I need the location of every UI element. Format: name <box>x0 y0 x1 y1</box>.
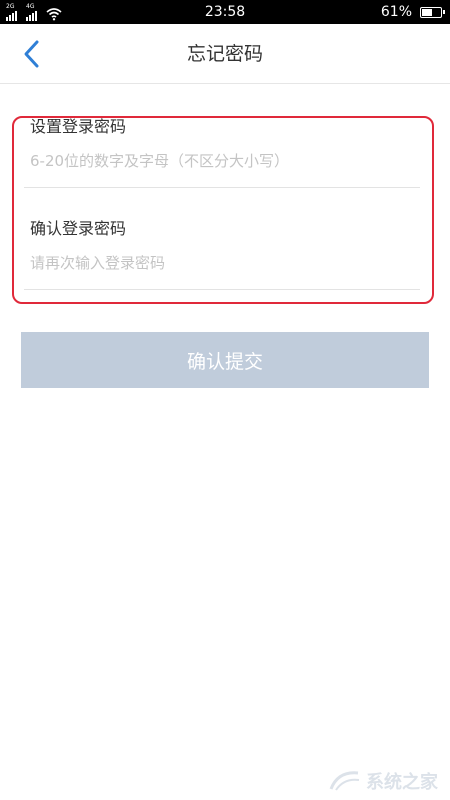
password-form-highlight: 设置登录密码 确认登录密码 <box>12 116 434 304</box>
confirm-password-input[interactable] <box>30 251 410 275</box>
watermark: 系统之家 <box>328 768 438 794</box>
status-icons-right: 61% <box>380 3 445 21</box>
submit-button[interactable]: 确认提交 <box>21 332 429 388</box>
new-password-label: 设置登录密码 <box>30 117 127 136</box>
battery-icon <box>420 6 445 18</box>
status-bar: 2G 4G 23:58 61% <box>0 0 450 24</box>
confirm-password-label: 确认登录密码 <box>30 219 127 238</box>
watermark-logo-icon <box>329 771 360 791</box>
confirm-password-field: 确认登录密码 <box>24 218 420 290</box>
new-password-field: 设置登录密码 <box>24 116 420 188</box>
nav-bar: 忘记密码 <box>0 24 450 84</box>
page-title: 忘记密码 <box>186 43 263 65</box>
new-password-input[interactable] <box>30 149 410 173</box>
watermark-text: 系统之家 <box>366 772 438 793</box>
battery-percent: 61% <box>380 4 412 20</box>
